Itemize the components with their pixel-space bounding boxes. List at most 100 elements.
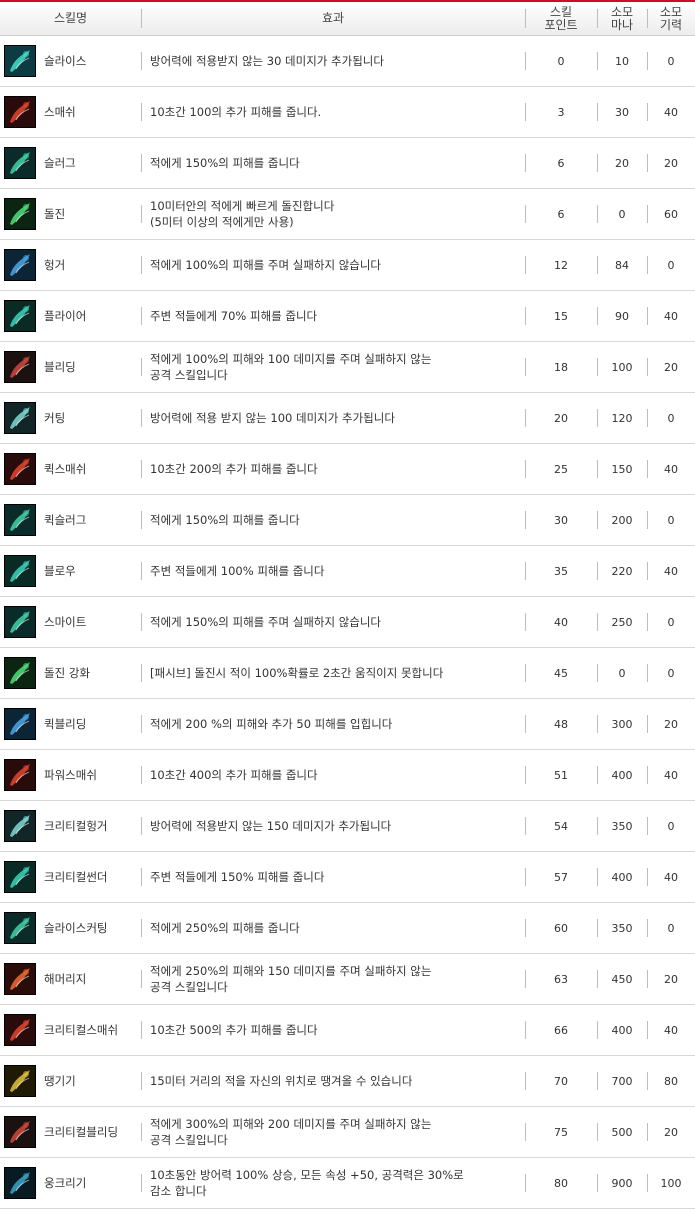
table-row: 슬라이스커팅 적에게 250%의 피해를 줍니다 60 350 0 [0, 902, 695, 954]
skill-effect-line: 공격 스킬입니다 [150, 1133, 228, 1147]
mana-cost-value: 400 [597, 1004, 647, 1056]
skill-effect: 적에게 100%의 피해와 100 데미지를 주며 실패하지 않는 공격 스킬입니… [141, 341, 525, 393]
skill-points-value: 48 [525, 698, 597, 750]
green-flyer-icon [4, 555, 36, 587]
skill-effect-line: 방어력에 적용받지 않는 150 데미지가 추가됩니다 [150, 819, 392, 833]
mana-cost-value: 220 [597, 545, 647, 597]
stamina-cost-value: 0 [647, 239, 695, 291]
skill-name: 플라이어 [40, 290, 141, 342]
skill-name: 크리티컬헝거 [40, 800, 141, 852]
skill-points-value: 57 [525, 851, 597, 903]
skill-name: 크리티컬썬더 [40, 851, 141, 903]
stamina-cost-value: 0 [647, 494, 695, 546]
stamina-cost-value: 20 [647, 1106, 695, 1158]
header-stamina-cost: 소모 기력 [647, 2, 695, 36]
table-row: 퀵슬러그 적에게 150%의 피해를 줍니다 30 200 0 [0, 494, 695, 546]
skill-effect-line: 방어력에 적용 받지 않는 100 데미지가 추가됩니다 [150, 411, 395, 425]
red-smash-icon [4, 453, 36, 485]
table-row: 스매쉬 10초간 100의 추가 피해를 줍니다. 3 30 40 [0, 86, 695, 138]
skill-name: 퀵블리딩 [40, 698, 141, 750]
stamina-cost-value: 40 [647, 290, 695, 342]
mana-cost-value: 700 [597, 1055, 647, 1107]
table-row: 파워스매쉬 10초간 400의 추가 피해를 줍니다 51 400 40 [0, 749, 695, 801]
skill-points-value: 45 [525, 647, 597, 699]
mana-cost-value: 900 [597, 1157, 647, 1209]
skill-icon-cell [0, 1157, 40, 1209]
stamina-cost-value: 40 [647, 851, 695, 903]
skill-effect: 적에게 250%의 피해와 150 데미지를 주며 실패하지 않는 공격 스킬입니… [141, 953, 525, 1005]
skill-icon-cell [0, 443, 40, 495]
mana-cost-value: 400 [597, 851, 647, 903]
skill-effect: 적에게 200 %의 피해와 추가 50 피해를 입힙니다 [141, 698, 525, 750]
skill-name: 스마이트 [40, 596, 141, 648]
blue-hunger-icon [4, 249, 36, 281]
green-slug-icon [4, 504, 36, 536]
stamina-cost-value: 0 [647, 647, 695, 699]
skill-icon-cell [0, 188, 40, 240]
table-row: 크리티컬스매쉬 10초간 500의 추가 피해를 줍니다 66 400 40 [0, 1004, 695, 1056]
red-smash-icon [4, 96, 36, 128]
skill-effect: 적에게 150%의 피해를 주며 실패하지 않습니다 [141, 596, 525, 648]
skill-effect-line: 적에게 150%의 피해를 주며 실패하지 않습니다 [150, 615, 382, 629]
skill-effect-line: 감소 합니다 [150, 1184, 207, 1198]
green-slug-icon [4, 912, 36, 944]
skill-points-value: 20 [525, 392, 597, 444]
skill-effect-line: 적에게 200 %의 피해와 추가 50 피해를 입힙니다 [150, 717, 393, 731]
green-slug-icon [4, 606, 36, 638]
skill-name: 해머리지 [40, 953, 141, 1005]
table-row: 블로우 주변 적들에게 100% 피해를 줍니다 35 220 40 [0, 545, 695, 597]
table-row: 슬러그 적에게 150%의 피해를 줍니다 6 20 20 [0, 137, 695, 189]
crouch-icon [4, 1167, 36, 1199]
skill-name: 돌진 강화 [40, 647, 141, 699]
skill-effect-line: 적에게 150%의 피해를 줍니다 [150, 513, 300, 527]
skill-effect-line: (5미터 이상의 적에게만 사용) [150, 215, 294, 229]
stamina-cost-value: 20 [647, 137, 695, 189]
stamina-cost-value: 40 [647, 1004, 695, 1056]
table-row: 크리티컬헝거 방어력에 적용받지 않는 150 데미지가 추가됩니다 54 350 0 [0, 800, 695, 852]
stamina-cost-value: 100 [647, 1157, 695, 1209]
stamina-cost-value: 20 [647, 953, 695, 1005]
hammer-icon [4, 963, 36, 995]
mana-cost-value: 100 [597, 341, 647, 393]
skill-effect-line: 10초간 200의 추가 피해를 줍니다 [150, 462, 318, 476]
skill-icon-cell [0, 392, 40, 444]
table-row: 스마이트 적에게 150%의 피해를 주며 실패하지 않습니다 40 250 0 [0, 596, 695, 648]
skill-icon-cell [0, 341, 40, 393]
mana-cost-value: 0 [597, 188, 647, 240]
skill-icon-cell [0, 953, 40, 1005]
stamina-cost-value: 20 [647, 341, 695, 393]
cutting-icon [4, 810, 36, 842]
skill-effect-line: 주변 적들에게 150% 피해를 줍니다 [150, 870, 325, 884]
skill-table: 스킬명 효과 스킬 포인트 소모 마나 소모 기력 슬라이스 방어력에 적용받지 않는 … [0, 2, 695, 1209]
table-row: 크리티컬썬더 주변 적들에게 150% 피해를 줍니다 57 400 40 [0, 851, 695, 903]
mana-cost-value: 10 [597, 35, 647, 87]
skill-points-value: 35 [525, 545, 597, 597]
skill-name: 스매쉬 [40, 86, 141, 138]
header-effect: 효과 [141, 2, 525, 36]
skill-name: 커팅 [40, 392, 141, 444]
stamina-cost-value: 60 [647, 188, 695, 240]
skill-icon-cell [0, 596, 40, 648]
mana-cost-value: 200 [597, 494, 647, 546]
skill-effect: 적에게 250%의 피해를 줍니다 [141, 902, 525, 954]
green-flyer-icon [4, 861, 36, 893]
green-slug-icon [4, 147, 36, 179]
skill-effect-line: 적에게 250%의 피해와 150 데미지를 주며 실패하지 않는 [150, 964, 432, 978]
bleeding-icon [4, 1116, 36, 1148]
skill-icon-cell [0, 290, 40, 342]
header-skill-points: 스킬 포인트 [525, 2, 597, 36]
skill-points-value: 66 [525, 1004, 597, 1056]
skill-effect: 주변 적들에게 150% 피해를 줍니다 [141, 851, 525, 903]
stamina-cost-value: 40 [647, 749, 695, 801]
skill-icon-cell [0, 1106, 40, 1158]
skill-points-value: 51 [525, 749, 597, 801]
skill-effect: [패시브] 돌진시 적이 100%확률로 2초간 움직이지 못합니다 [141, 647, 525, 699]
skill-effect-line: 적에게 100%의 피해를 주며 실패하지 않습니다 [150, 258, 382, 272]
table-row: 헝거 적에게 100%의 피해를 주며 실패하지 않습니다 12 84 0 [0, 239, 695, 291]
skill-points-value: 0 [525, 35, 597, 87]
skill-effect: 10초간 100의 추가 피해를 줍니다. [141, 86, 525, 138]
skill-icon-cell [0, 647, 40, 699]
skill-effect: 방어력에 적용 받지 않는 100 데미지가 추가됩니다 [141, 392, 525, 444]
skill-name: 웅크리기 [40, 1157, 141, 1209]
skill-effect: 적에게 150%의 피해를 줍니다 [141, 494, 525, 546]
